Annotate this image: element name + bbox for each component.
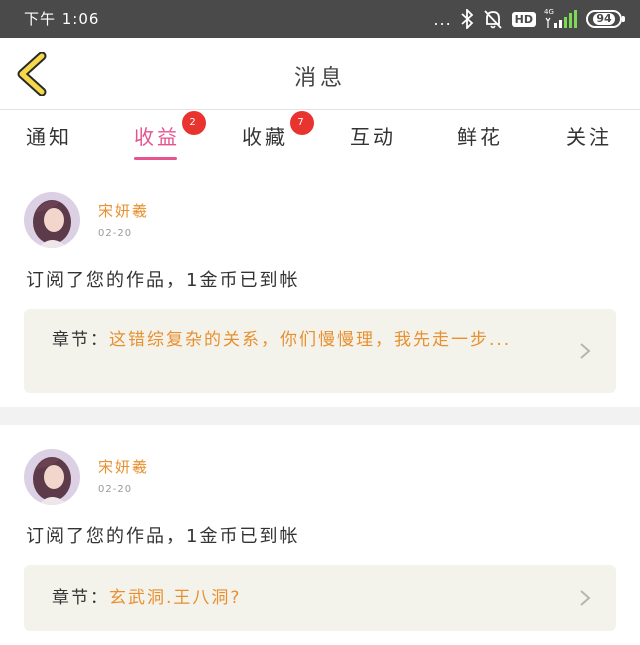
- status-icons: ... HD 4G 94: [433, 6, 625, 32]
- tab-label: 收藏: [242, 125, 288, 149]
- chapter-label: 章节：: [52, 588, 109, 608]
- section-divider: [0, 407, 640, 425]
- tab-bar: 通知 收益 2 收藏 7 互动 鲜花 关注: [0, 111, 640, 169]
- mute-bell-icon: [484, 10, 502, 29]
- avatar[interactable]: [24, 192, 80, 248]
- chapter-card[interactable]: 章节：玄武洞.王八洞?: [24, 565, 616, 631]
- tab-active-indicator: [134, 157, 177, 160]
- tab-label: 收益: [134, 125, 180, 149]
- chapter-label: 章节：: [52, 330, 109, 350]
- more-dots-icon: ...: [433, 9, 452, 29]
- status-bar: 下午 1:06 ... HD 4G 94: [0, 0, 640, 38]
- battery-level: 94: [593, 13, 615, 25]
- hd-icon: HD: [511, 11, 536, 27]
- message-item: 宋妍羲 02-20 订阅了您的作品，1金币已到帐 章节：这错综复杂的关系，你们慢…: [0, 170, 640, 407]
- chapter-info: 章节：这错综复杂的关系，你们慢慢理，我先走一步...: [52, 327, 562, 354]
- message-text: 订阅了您的作品，1金币已到帐: [26, 270, 300, 291]
- bluetooth-icon: [461, 9, 473, 29]
- tab-earnings[interactable]: 收益 2: [134, 111, 206, 160]
- unread-badge: 7: [290, 111, 314, 135]
- chapter-title: 玄武洞.王八洞?: [109, 588, 242, 608]
- signal-icon: 4G: [544, 8, 578, 30]
- message-date: 02-20: [98, 484, 133, 495]
- tab-flowers[interactable]: 鲜花: [457, 121, 503, 150]
- chevron-right-icon: [580, 590, 591, 606]
- tab-favorites[interactable]: 收藏 7: [242, 111, 314, 150]
- sender-name[interactable]: 宋妍羲: [98, 200, 149, 221]
- chapter-info: 章节：玄武洞.王八洞?: [52, 585, 562, 612]
- tab-label: 鲜花: [457, 125, 503, 149]
- tab-notifications[interactable]: 通知: [26, 121, 72, 150]
- tab-label: 互动: [350, 125, 396, 149]
- sender-name[interactable]: 宋妍羲: [98, 456, 149, 477]
- battery-icon: 94: [586, 10, 625, 28]
- tab-label: 关注: [566, 125, 612, 149]
- avatar[interactable]: [24, 449, 80, 505]
- chapter-card[interactable]: 章节：这错综复杂的关系，你们慢慢理，我先走一步...: [24, 309, 616, 393]
- unread-badge: 2: [182, 111, 206, 135]
- app-header: 消息: [0, 38, 640, 110]
- tab-interactions[interactable]: 互动: [350, 121, 396, 150]
- chevron-right-icon: [580, 343, 591, 359]
- message-text: 订阅了您的作品，1金币已到帐: [26, 526, 300, 547]
- status-time: 下午 1:06: [24, 10, 100, 28]
- page-title: 消息: [293, 66, 346, 91]
- message-date: 02-20: [98, 228, 133, 239]
- tab-label: 通知: [26, 125, 72, 149]
- network-type: 4G: [544, 8, 554, 16]
- chapter-title: 这错综复杂的关系，你们慢慢理，我先走一步...: [109, 330, 512, 350]
- message-item: 宋妍羲 02-20 订阅了您的作品，1金币已到帐 章节：玄武洞.王八洞?: [0, 425, 640, 645]
- tab-following[interactable]: 关注: [566, 121, 612, 150]
